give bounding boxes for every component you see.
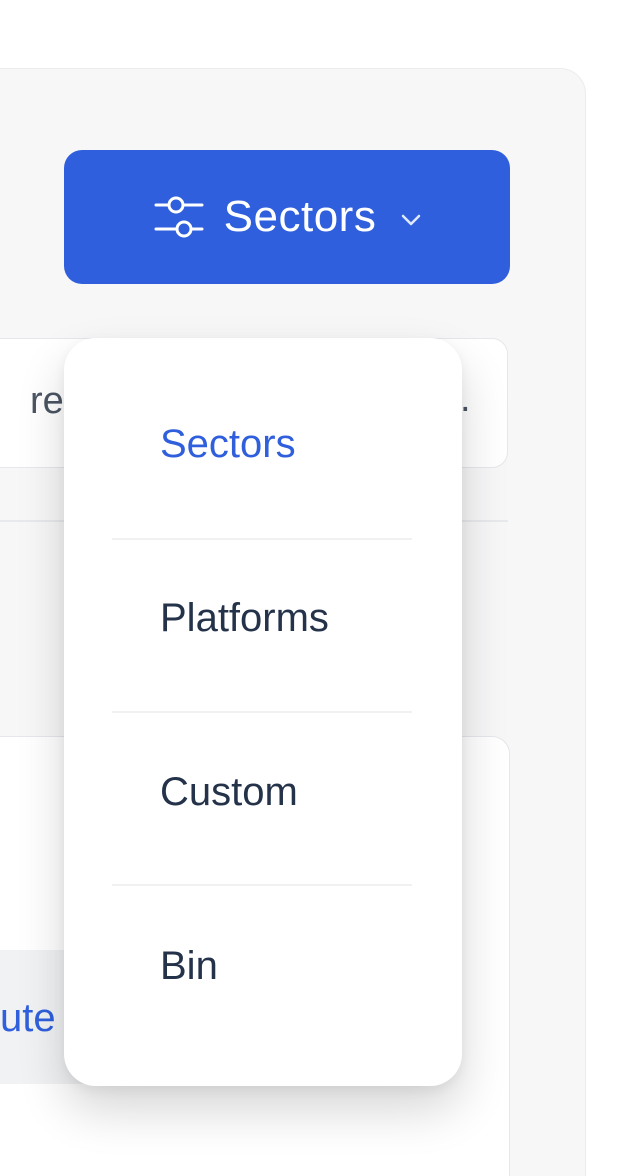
page: Sectors rea . ute Sectors Platforms Cust… — [0, 0, 640, 1176]
content-link[interactable]: ute — [0, 996, 56, 1041]
menu-item-label: Platforms — [160, 596, 329, 640]
menu-divider — [112, 884, 412, 886]
menu-item-bin[interactable]: Bin — [64, 926, 462, 1016]
chevron-down-icon — [402, 214, 421, 226]
menu-item-platforms[interactable]: Platforms — [64, 578, 462, 668]
menu-item-sectors[interactable]: Sectors — [64, 404, 462, 494]
sliders-icon — [154, 196, 204, 238]
menu-item-custom[interactable]: Custom — [64, 752, 462, 842]
menu-item-label: Custom — [160, 770, 298, 814]
menu-item-label: Sectors — [160, 422, 296, 466]
sectors-button-label: Sectors — [223, 192, 377, 241]
menu-divider — [112, 711, 412, 713]
menu-item-label: Bin — [160, 944, 218, 988]
sectors-filter-button[interactable]: Sectors — [64, 150, 510, 284]
menu-divider — [112, 538, 412, 540]
sectors-dropdown-menu: Sectors Platforms Custom Bin — [64, 338, 462, 1086]
